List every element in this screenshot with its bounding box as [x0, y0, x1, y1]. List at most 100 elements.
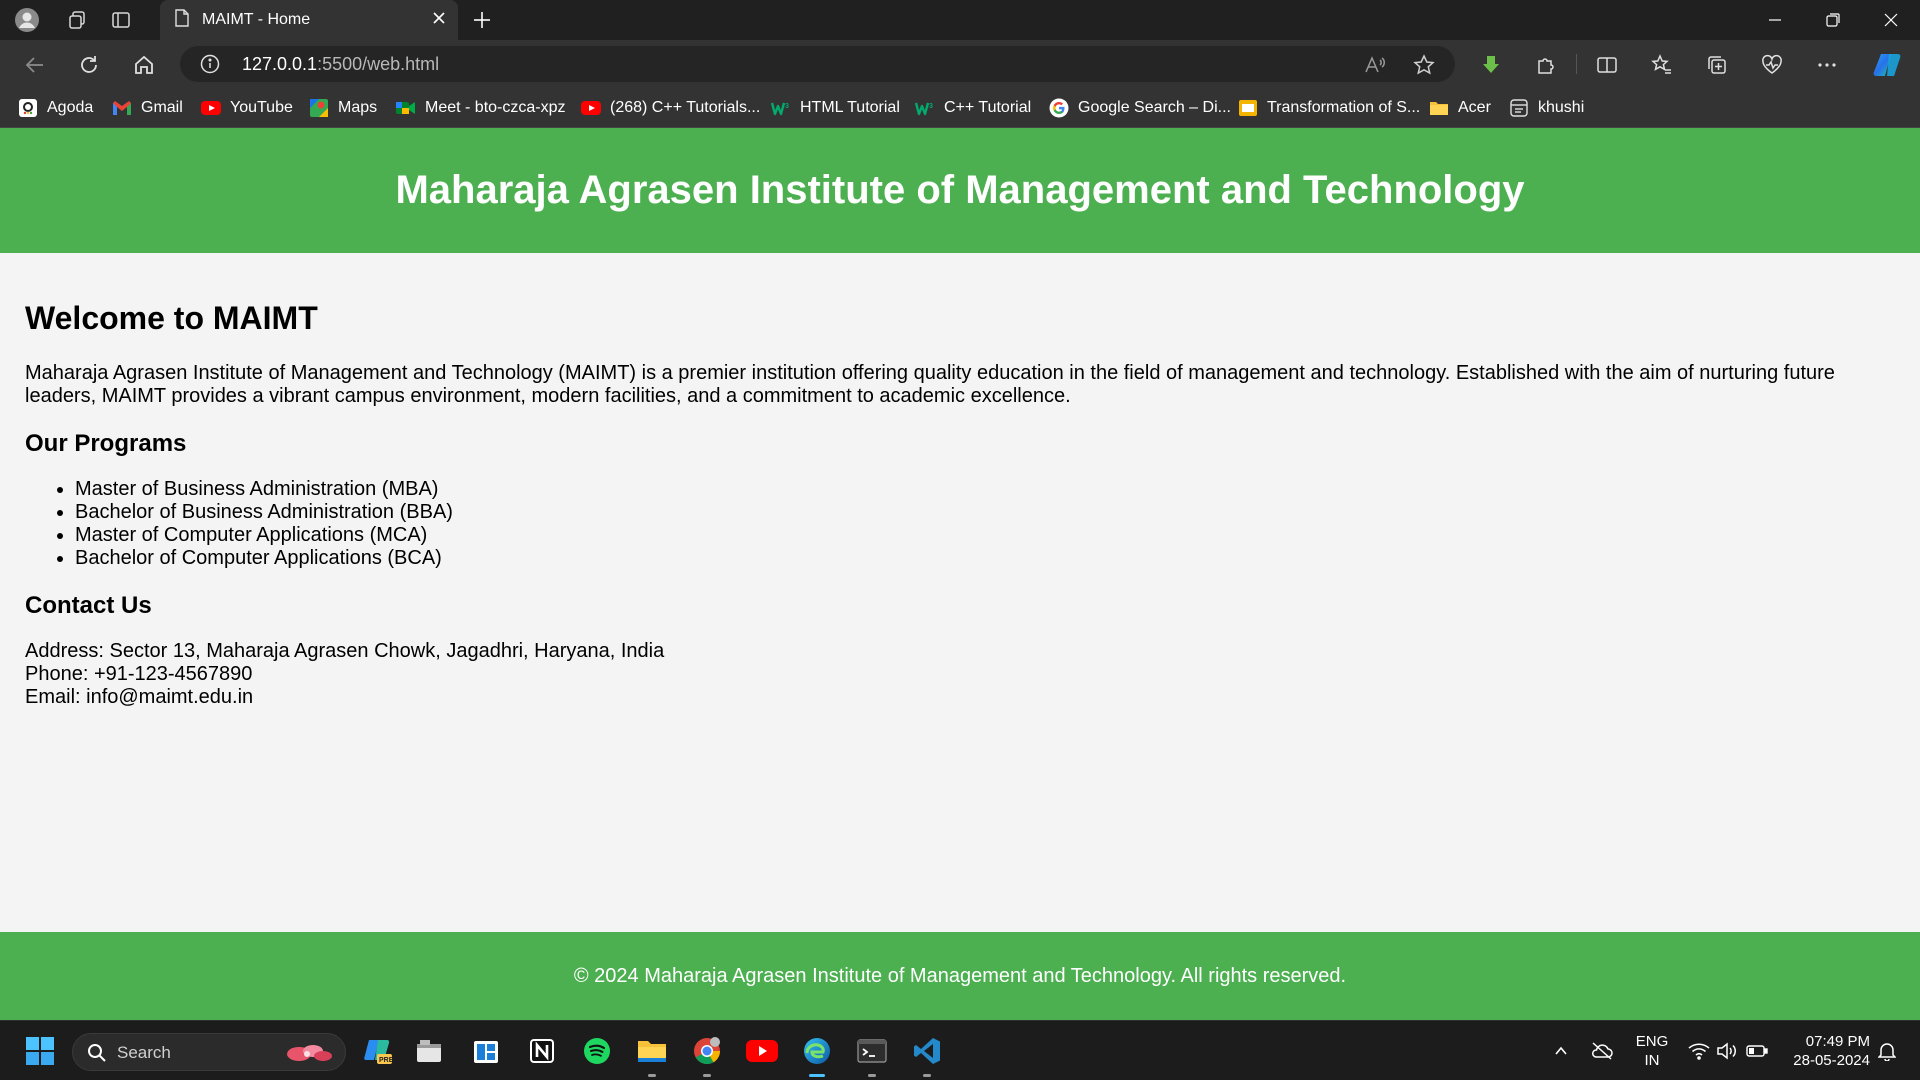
running-indicator — [703, 1074, 711, 1077]
favorite-html-tutorial[interactable]: 3 HTML Tutorial — [771, 96, 900, 120]
file-explorer-icon[interactable] — [632, 1031, 672, 1077]
search-icon — [87, 1043, 107, 1068]
main-content: Welcome to MAIMT Maharaja Agrasen Instit… — [25, 298, 1905, 709]
clock-date: 28-05-2024 — [1793, 1052, 1870, 1069]
contact-heading: Contact Us — [25, 592, 152, 619]
agoda-icon — [18, 98, 38, 118]
favorite-meet[interactable]: Meet - bto-czca-xpz — [396, 96, 565, 120]
url-host: 127.0.0.1 — [242, 54, 318, 74]
contact-phone: Phone: +91-123-4567890 — [25, 663, 253, 685]
favorite-label: Google Search – Di... — [1078, 99, 1231, 116]
volume-icon[interactable] — [1712, 1031, 1742, 1071]
notification-bell-icon[interactable] — [1872, 1031, 1902, 1071]
copilot-icon[interactable] — [1872, 50, 1902, 80]
start-button[interactable] — [20, 1031, 60, 1071]
footer-copyright: © 2024 Maharaja Agrasen Institute of Man… — [573, 964, 1347, 987]
close-tab-icon[interactable] — [432, 11, 446, 30]
language-indicator[interactable]: ENG IN — [1633, 1032, 1671, 1070]
favorite-gmail[interactable]: Gmail — [112, 96, 183, 120]
url-text[interactable]: 127.0.0.1:5500/web.html — [242, 54, 439, 75]
slides-icon — [1238, 98, 1258, 118]
split-screen-icon[interactable] — [1592, 50, 1622, 80]
favorite-label: C++ Tutorial — [944, 99, 1032, 116]
windows-taskbar: Search PRE ENG IN 07:49 PM 28-05-2024 — [0, 1020, 1920, 1080]
spotify-icon[interactable] — [577, 1031, 617, 1071]
browser-essentials-icon[interactable] — [1757, 50, 1787, 80]
more-options-icon[interactable] — [1812, 50, 1842, 80]
url-path: :5500/web.html — [317, 54, 440, 74]
favorite-star-icon[interactable] — [1411, 52, 1437, 78]
profile-avatar-icon[interactable] — [13, 6, 41, 34]
new-tab-button[interactable] — [468, 6, 496, 34]
favorite-label: YouTube — [230, 99, 293, 116]
favorite-folder-acer[interactable]: Acer — [1429, 96, 1491, 120]
favorite-label: HTML Tutorial — [800, 99, 900, 116]
programs-heading: Our Programs — [25, 430, 187, 457]
site-info-icon[interactable] — [200, 54, 220, 79]
welcome-heading: Welcome to MAIMT — [25, 300, 318, 336]
svg-text:3: 3 — [785, 103, 789, 110]
favorite-agoda[interactable]: Agoda — [18, 96, 93, 120]
youtube-icon — [201, 98, 221, 118]
close-window-icon[interactable] — [1862, 0, 1920, 40]
favorite-label: Agoda — [47, 99, 94, 116]
contact-details: Address: Sector 13, Maharaja Agrasen Cho… — [25, 640, 1905, 709]
app-icon — [1509, 98, 1529, 118]
refresh-icon[interactable] — [74, 50, 104, 80]
favorite-label: khushi — [1538, 99, 1585, 116]
minimize-icon[interactable] — [1746, 0, 1804, 40]
chrome-icon[interactable] — [687, 1031, 727, 1077]
show-hidden-icons-chevron-icon[interactable] — [1543, 1031, 1579, 1071]
tab-maimt-home[interactable]: MAIMT - Home — [160, 0, 458, 40]
favorite-label: (268) C++ Tutorials... — [610, 99, 761, 116]
notion-icon[interactable] — [522, 1031, 562, 1071]
favorite-cpp-tutorial[interactable]: 3 C++ Tutorial — [915, 96, 1031, 120]
favorite-transformation[interactable]: Transformation of S... — [1238, 96, 1420, 120]
clock[interactable]: 07:49 PM 28-05-2024 — [1778, 1032, 1870, 1070]
meet-icon — [396, 98, 416, 118]
favorites-icon[interactable] — [1647, 50, 1677, 80]
gmail-icon — [112, 98, 132, 118]
favorite-khushi[interactable]: khushi — [1509, 96, 1584, 120]
workspaces-icon[interactable] — [63, 6, 91, 34]
page-icon — [174, 8, 190, 32]
vscode-icon[interactable] — [907, 1031, 947, 1077]
edge-icon[interactable] — [797, 1031, 837, 1077]
favorite-cpp-tutorials-video[interactable]: (268) C++ Tutorials... — [581, 96, 760, 120]
collections-icon[interactable] — [1702, 50, 1732, 80]
wifi-icon[interactable] — [1684, 1031, 1714, 1071]
file-explorer-dark-icon[interactable] — [409, 1031, 449, 1071]
program-item: Bachelor of Business Administration (BBA… — [75, 501, 1905, 524]
youtube-app-icon[interactable] — [742, 1031, 782, 1071]
program-item: Master of Business Administration (MBA) — [75, 478, 1905, 501]
favorites-bar: Agoda Gmail YouTube Maps Meet - bto-czca… — [0, 88, 1920, 128]
clock-time: 07:49 PM — [1805, 1033, 1870, 1050]
contact-address: Address: Sector 13, Maharaja Agrasen Cho… — [25, 640, 665, 662]
onedrive-offline-icon[interactable] — [1584, 1031, 1620, 1071]
program-item: Master of Computer Applications (MCA) — [75, 524, 1905, 547]
copilot-pre-icon[interactable]: PRE — [358, 1031, 398, 1071]
back-icon[interactable] — [20, 50, 50, 80]
extensions-icon[interactable] — [1531, 50, 1561, 80]
folder-icon — [1429, 98, 1449, 118]
program-item: Bachelor of Computer Applications (BCA) — [75, 547, 1905, 570]
taskbar-search[interactable]: Search — [72, 1033, 346, 1071]
home-icon[interactable] — [129, 50, 159, 80]
intro-paragraph: Maharaja Agrasen Institute of Management… — [25, 362, 1835, 407]
favorite-maps[interactable]: Maps — [309, 96, 377, 120]
favorite-youtube[interactable]: YouTube — [201, 96, 293, 120]
contact-email: Email: info@maimt.edu.in — [25, 686, 254, 708]
store-icon[interactable] — [466, 1031, 506, 1071]
w3schools-icon: 3 — [771, 98, 791, 118]
battery-icon[interactable] — [1742, 1031, 1772, 1071]
download-extension-icon[interactable] — [1476, 50, 1506, 80]
tab-actions-icon[interactable] — [107, 6, 135, 34]
svg-text:PRE: PRE — [379, 1057, 393, 1064]
favorite-google-search[interactable]: Google Search – Di... — [1049, 96, 1231, 120]
favorite-label: Transformation of S... — [1267, 99, 1421, 116]
terminal-icon[interactable] — [852, 1031, 892, 1077]
read-aloud-icon[interactable] — [1362, 52, 1388, 78]
address-bar[interactable]: 127.0.0.1:5500/web.html — [180, 46, 1455, 82]
tab-title: MAIMT - Home — [202, 11, 311, 28]
restore-icon[interactable] — [1804, 0, 1862, 40]
